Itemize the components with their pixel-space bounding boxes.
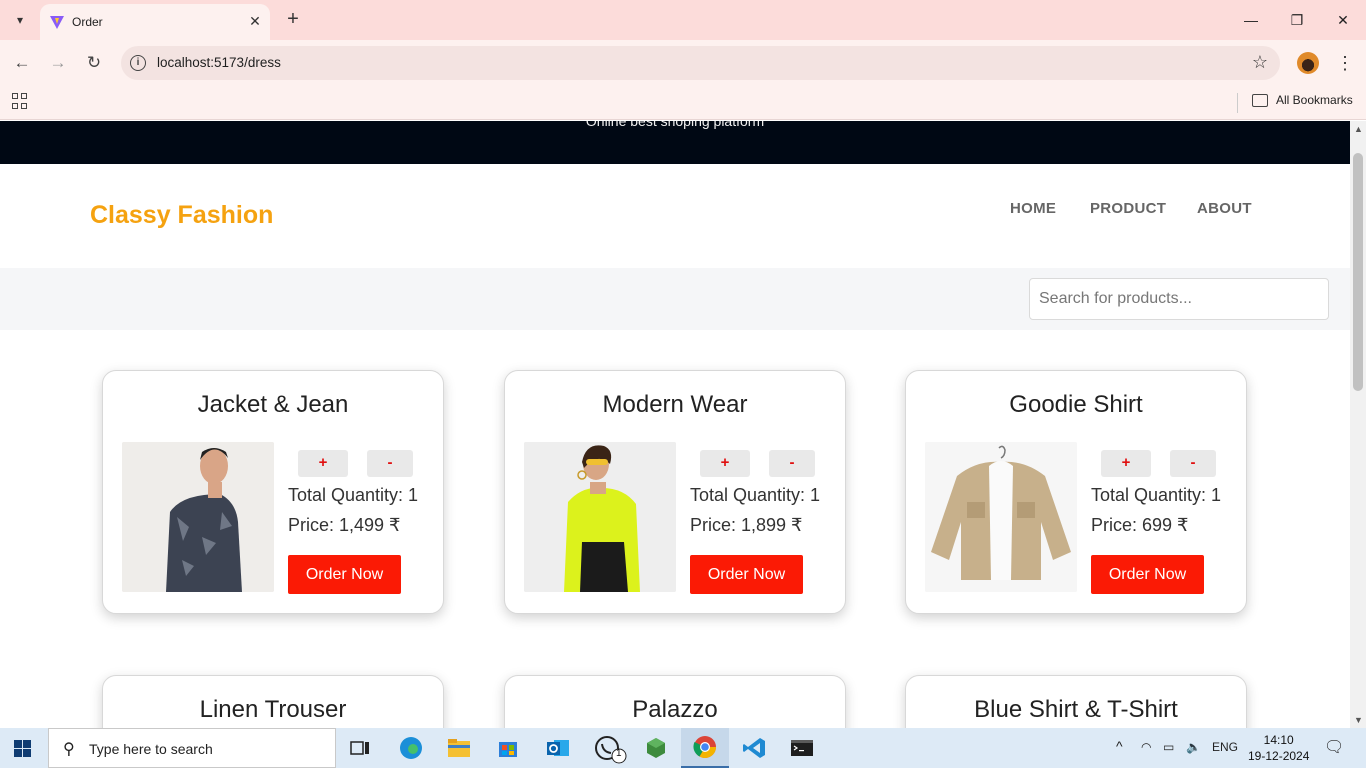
total-quantity: Total Quantity: 1	[288, 485, 419, 505]
product-title: Blue Shirt & T-Shirt	[974, 696, 1178, 723]
site-info-icon[interactable]: i	[130, 55, 146, 71]
search-band	[0, 268, 1350, 330]
edge-icon[interactable]	[397, 734, 425, 762]
network-icon[interactable]: ◠	[1141, 740, 1151, 754]
chrome-taskbar-active[interactable]	[681, 728, 729, 768]
product-card: Goodie Shirt + - Total Quantity: 1 Price…	[905, 370, 1247, 614]
profile-avatar[interactable]	[1297, 52, 1319, 74]
bookmarks-divider	[1237, 93, 1238, 113]
product-card: Jacket & Jean + - Total Quantity: 1 Pric…	[102, 370, 444, 614]
product-image	[524, 442, 676, 592]
browser-menu-icon[interactable]: ⋮	[1336, 50, 1354, 76]
vscode-icon[interactable]	[740, 734, 768, 762]
bookmarks-bar: All Bookmarks	[0, 86, 1366, 120]
tagline: Online best shoping platform	[585, 121, 765, 129]
decrease-quantity-button[interactable]: -	[1170, 450, 1216, 477]
scroll-up-icon[interactable]: ▲	[1354, 124, 1363, 134]
tab-order[interactable]: Order ✕	[40, 4, 270, 40]
task-view-icon[interactable]	[346, 734, 374, 762]
battery-icon[interactable]: ▭	[1163, 740, 1174, 754]
product-title: Goodie Shirt	[1009, 391, 1143, 418]
product-price: Price: 1,499 ₹	[288, 515, 401, 535]
windows-start-icon[interactable]	[14, 740, 31, 757]
close-window-icon[interactable]: ✕	[1328, 8, 1358, 32]
product-title: Linen Trouser	[199, 696, 347, 723]
decrease-quantity-button[interactable]: -	[769, 450, 815, 477]
bookmark-star-icon[interactable]: ☆	[1252, 52, 1268, 73]
whatsapp-icon[interactable]: 1	[593, 734, 627, 764]
restore-icon[interactable]: ❐	[1282, 8, 1312, 32]
whatsapp-badge: 1	[616, 748, 622, 759]
tab-title: Order	[72, 15, 103, 29]
order-now-button[interactable]: Order Now	[1091, 555, 1204, 594]
file-explorer-icon[interactable]	[445, 734, 473, 762]
nav-product[interactable]: PRODUCT	[1090, 200, 1166, 217]
site-header: Classy Fashion HOME PRODUCT ABOUT	[0, 164, 1350, 268]
tab-search-menu-icon[interactable]: ▾	[8, 8, 32, 32]
increase-quantity-button[interactable]: +	[298, 450, 348, 477]
clock-time: 14:10	[1263, 733, 1294, 747]
volume-icon[interactable]: 🔈	[1186, 740, 1201, 754]
microsoft-store-icon[interactable]	[494, 734, 522, 762]
nav-about[interactable]: ABOUT	[1197, 200, 1252, 217]
forward-icon[interactable]: →	[47, 52, 69, 74]
product-card: Linen Trouser	[102, 675, 444, 728]
back-icon[interactable]: ←	[11, 52, 33, 74]
node-icon[interactable]	[642, 734, 670, 762]
order-now-button[interactable]: Order Now	[288, 555, 401, 594]
decrease-quantity-button[interactable]: -	[367, 450, 413, 477]
product-title: Palazzo	[632, 696, 718, 723]
vite-favicon-icon	[50, 16, 64, 29]
brand-logo[interactable]: Classy Fashion	[90, 201, 273, 230]
reload-icon[interactable]: ↻	[83, 52, 105, 74]
product-card: Palazzo	[504, 675, 846, 728]
search-icon: ⚲	[63, 741, 75, 758]
clock-date: 19-12-2024	[1248, 749, 1310, 763]
url-text[interactable]: localhost:5173/dress	[157, 55, 281, 70]
apps-grid-icon[interactable]	[12, 93, 28, 109]
product-price: Price: 1,899 ₹	[690, 515, 803, 535]
product-image	[925, 442, 1077, 592]
page-scrollbar[interactable]: ▲ ▼	[1350, 121, 1366, 728]
total-quantity: Total Quantity: 1	[690, 485, 821, 505]
chrome-icon	[693, 736, 716, 758]
total-quantity: Total Quantity: 1	[1091, 485, 1222, 505]
windows-taskbar: ⚲ Type here to search 1 ^ ◠ ▭ 🔈 ENG 14:1…	[0, 728, 1366, 768]
product-card: Modern Wear + - Total Quantity: 1 Price:…	[504, 370, 846, 614]
nav-home[interactable]: HOME	[1010, 200, 1056, 217]
product-title: Jacket & Jean	[197, 391, 349, 418]
increase-quantity-button[interactable]: +	[1101, 450, 1151, 477]
scroll-down-icon[interactable]: ▼	[1354, 715, 1363, 725]
folder-icon[interactable]	[1252, 94, 1268, 107]
product-title: Modern Wear	[602, 391, 748, 418]
browser-toolbar: ← → ↻ i localhost:5173/dress ☆ ⋮	[0, 40, 1366, 86]
outlook-icon[interactable]	[544, 734, 572, 762]
notifications-icon[interactable]: 🗨	[1324, 737, 1344, 757]
product-image	[122, 442, 274, 592]
minimize-icon[interactable]: —	[1236, 8, 1266, 32]
top-banner: Online best shoping platform	[0, 121, 1350, 164]
product-search-input[interactable]	[1029, 278, 1329, 320]
product-card: Blue Shirt & T-Shirt	[905, 675, 1247, 728]
new-tab-icon[interactable]: +	[282, 9, 304, 31]
order-now-button[interactable]: Order Now	[690, 555, 803, 594]
terminal-icon[interactable]	[788, 734, 816, 762]
tray-chevron-icon[interactable]: ^	[1116, 738, 1123, 754]
address-bar[interactable]: i localhost:5173/dress ☆	[121, 46, 1280, 80]
taskbar-search-text: Type here to search	[89, 741, 213, 757]
taskbar-search-box[interactable]: ⚲ Type here to search	[48, 728, 336, 768]
all-bookmarks-link[interactable]: All Bookmarks	[1276, 93, 1353, 107]
tab-strip: ▾ Order ✕ + — ❐ ✕	[0, 0, 1366, 40]
scrollbar-thumb[interactable]	[1353, 153, 1363, 391]
tab-close-icon[interactable]: ✕	[246, 12, 264, 30]
system-clock[interactable]: 14:10 19-12-2024	[1248, 732, 1309, 764]
product-price: Price: 699 ₹	[1091, 515, 1189, 535]
increase-quantity-button[interactable]: +	[700, 450, 750, 477]
page-viewport: Online best shoping platform Classy Fash…	[0, 121, 1350, 728]
language-indicator[interactable]: ENG	[1212, 740, 1238, 754]
